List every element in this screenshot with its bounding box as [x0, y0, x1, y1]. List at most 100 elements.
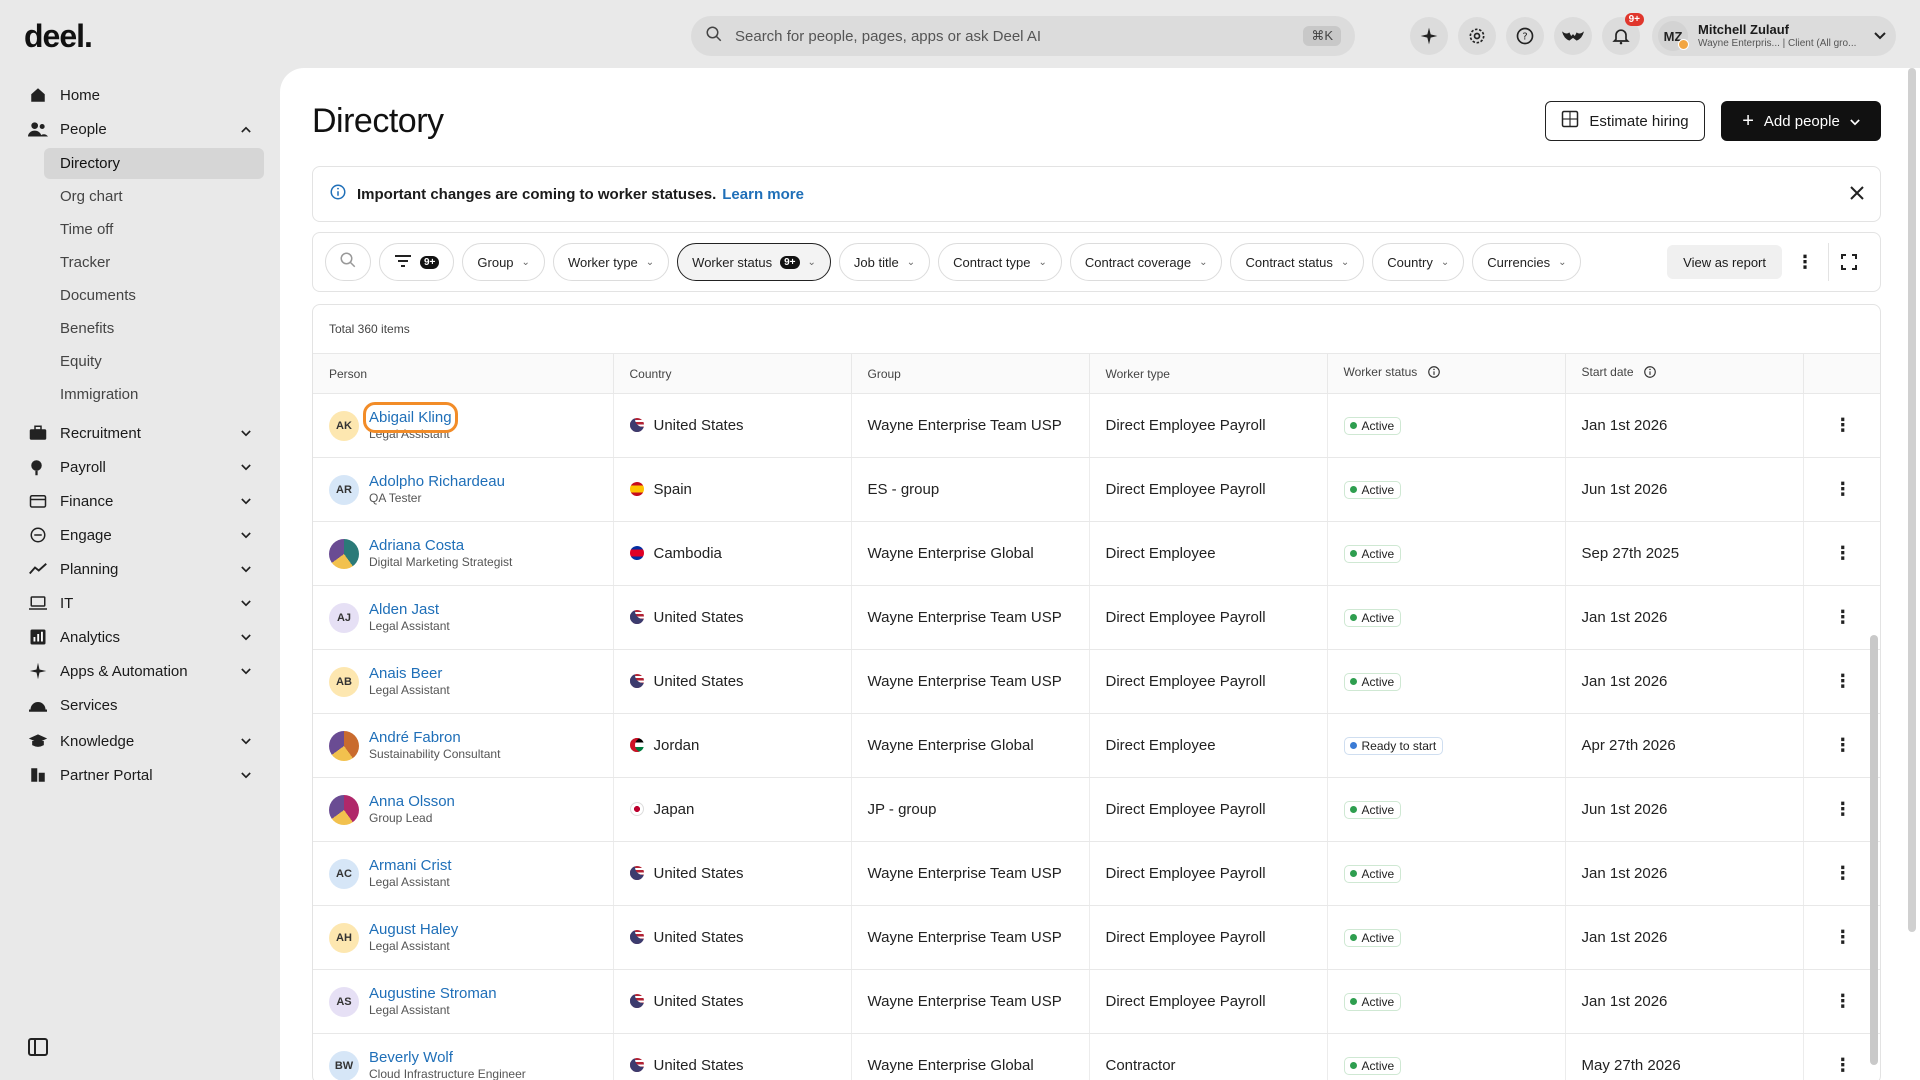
sidebar-item-engage[interactable]: Engage — [0, 518, 275, 552]
briefcase-icon — [28, 423, 48, 443]
sidebar-item-apps-automation[interactable]: Apps & Automation — [0, 654, 275, 688]
sidebar-item-partner-portal[interactable]: Partner Portal — [0, 758, 275, 792]
table-row[interactable]: André Fabron Sustainability Consultant Jor… — [313, 713, 1880, 778]
cell-group: Wayne Enterprise Team USP — [851, 905, 1090, 970]
sidebar-sub-tracker[interactable]: Tracker — [44, 247, 264, 278]
col-start-date[interactable]: Start date — [1565, 353, 1804, 394]
row-actions-icon[interactable]: ⋮ — [1803, 457, 1880, 522]
more-options-icon[interactable]: ⋮ — [1790, 252, 1820, 273]
add-people-button[interactable]: + Add people — [1721, 101, 1881, 141]
global-search[interactable]: Search for people, pages, apps or ask De… — [691, 16, 1355, 56]
sidebar-item-services[interactable]: Services — [0, 688, 275, 722]
person-name-link[interactable]: Augustine Stroman — [369, 984, 497, 1004]
finance-icon — [28, 491, 48, 511]
close-icon[interactable] — [1850, 184, 1864, 205]
view-as-report-button[interactable]: View as report — [1667, 245, 1782, 279]
filter-worker-status[interactable]: Worker status 9+ ⌄ — [677, 243, 831, 281]
country-label: United States — [653, 673, 744, 690]
country-flag-icon — [629, 610, 644, 624]
sidebar-sub-directory[interactable]: Directory — [44, 148, 264, 179]
search-placeholder: Search for people, pages, apps or ask De… — [735, 27, 1042, 45]
cell-country: Cambodia — [613, 521, 852, 586]
person-name-link[interactable]: Abigail Kling — [363, 402, 458, 434]
filter-worker-type[interactable]: Worker type ⌄ — [552, 243, 670, 281]
person-name-link[interactable]: Alden Jast — [369, 600, 450, 620]
table-row[interactable]: AR Adolpho Richardeau QA Tester Spain ES - g… — [313, 457, 1880, 522]
col-group[interactable]: Group — [851, 353, 1090, 394]
status-label: Active — [1361, 610, 1395, 625]
filter-country[interactable]: Country ⌄ — [1372, 243, 1465, 281]
table-row[interactable]: AK Abigail Kling Legal Assistant United Sta… — [313, 393, 1880, 458]
table-row[interactable]: AC Armani Crist Legal Assistant United Stat… — [313, 841, 1880, 906]
row-actions-icon[interactable]: ⋮ — [1803, 393, 1880, 458]
row-actions-icon[interactable]: ⋮ — [1803, 521, 1880, 586]
settings-gear-icon[interactable] — [1458, 17, 1496, 55]
user-name: Mitchell Zulauf — [1698, 21, 1789, 37]
person-name-link[interactable]: Anna Olsson — [369, 792, 455, 812]
cell-start-date: Jan 1st 2026 — [1565, 585, 1804, 650]
notifications-bell-icon[interactable]: 9+ — [1602, 13, 1644, 55]
sidebar-item-analytics[interactable]: Analytics — [0, 620, 275, 654]
plus-icon: + — [1742, 110, 1754, 132]
person-name-link[interactable]: Armani Crist — [369, 856, 452, 876]
info-icon[interactable] — [1643, 365, 1657, 382]
table-row[interactable]: AS Augustine Stroman Legal Assistant United… — [313, 969, 1880, 1034]
col-worker-status[interactable]: Worker status — [1327, 353, 1566, 394]
person-name-link[interactable]: Adolpho Richardeau — [369, 472, 505, 492]
engage-icon — [28, 525, 48, 545]
col-person[interactable]: Person — [313, 353, 614, 394]
table-row[interactable]: BW Beverly Wolf Cloud Infrastructure Engin… — [313, 1033, 1880, 1080]
person-name-link[interactable]: Beverly Wolf — [369, 1048, 526, 1068]
filter-contract-type[interactable]: Contract type ⌄ — [938, 243, 1062, 281]
person-name-link[interactable]: August Haley — [369, 920, 458, 940]
filter-job-title[interactable]: Job title ⌄ — [838, 243, 931, 281]
sidebar-item-recruitment[interactable]: Recruitment — [0, 416, 275, 450]
page-scrollbar[interactable] — [1908, 68, 1916, 932]
table-row[interactable]: AJ Alden Jast Legal Assistant United States… — [313, 585, 1880, 650]
cell-person: AK Abigail Kling Legal Assistant — [313, 393, 614, 458]
bat-icon[interactable] — [1554, 17, 1592, 55]
sidebar-item-planning[interactable]: Planning — [0, 552, 275, 586]
table-row[interactable]: Anna Olsson Group Lead Japan JP - group Dire… — [313, 777, 1880, 842]
sidebar-sub-org-chart[interactable]: Org chart — [44, 181, 264, 212]
sidebar-sub-time-off[interactable]: Time off — [44, 214, 264, 245]
sidebar-item-home[interactable]: Home — [0, 78, 275, 112]
sidebar-item-knowledge[interactable]: Knowledge — [0, 724, 275, 758]
sidebar-item-it[interactable]: IT — [0, 586, 275, 620]
sidebar-item-people[interactable]: People — [0, 112, 275, 146]
sidebar-sub-documents[interactable]: Documents — [44, 280, 264, 311]
deel-logo[interactable]: deel. — [24, 18, 93, 55]
filter-group[interactable]: Group ⌄ — [462, 243, 545, 281]
person-name-link[interactable]: Anais Beer — [369, 664, 450, 684]
sidebar-collapse-icon[interactable] — [28, 1038, 48, 1061]
fullscreen-icon[interactable] — [1828, 243, 1868, 281]
sidebar-sub-immigration[interactable]: Immigration — [44, 379, 264, 410]
table-row[interactable]: AH August Haley Legal Assistant United Stat… — [313, 905, 1880, 970]
help-icon[interactable]: ? — [1506, 17, 1544, 55]
sidebar-sub-benefits[interactable]: Benefits — [44, 313, 264, 344]
person-name-link[interactable]: Adriana Costa — [369, 536, 512, 556]
table-row[interactable]: Adriana Costa Digital Marketing Strategis… — [313, 521, 1880, 586]
user-menu[interactable]: MZ Mitchell Zulauf Wayne Enterpris... | … — [1652, 16, 1896, 56]
col-worker-type[interactable]: Worker type — [1089, 353, 1328, 394]
status-label: Active — [1361, 546, 1395, 561]
banner-learn-more-link[interactable]: Learn more — [722, 186, 804, 203]
filter-currencies[interactable]: Currencies ⌄ — [1472, 243, 1582, 281]
cell-person: Adriana Costa Digital Marketing Strategis… — [313, 521, 614, 586]
sidebar-item-finance[interactable]: Finance — [0, 484, 275, 518]
table-row[interactable]: AB Anais Beer Legal Assistant United States… — [313, 649, 1880, 714]
info-icon[interactable] — [1427, 365, 1441, 382]
filters-button[interactable]: 9+ — [379, 243, 455, 281]
filter-contract-coverage[interactable]: Contract coverage ⌄ — [1069, 243, 1223, 281]
table-search-button[interactable] — [325, 243, 371, 281]
country-flag-icon — [629, 866, 644, 880]
table-scrollbar[interactable] — [1870, 635, 1878, 1065]
col-country[interactable]: Country — [613, 353, 852, 394]
user-subtitle: Wayne Enterpris... | Client (All gro... — [1698, 37, 1857, 49]
estimate-hiring-button[interactable]: Estimate hiring — [1545, 101, 1705, 141]
person-name-link[interactable]: André Fabron — [369, 728, 500, 748]
filter-contract-status[interactable]: Contract status ⌄ — [1230, 243, 1365, 281]
sidebar-sub-equity[interactable]: Equity — [44, 346, 264, 377]
ai-sparkle-icon[interactable] — [1410, 17, 1448, 55]
sidebar-item-payroll[interactable]: Payroll — [0, 450, 275, 484]
